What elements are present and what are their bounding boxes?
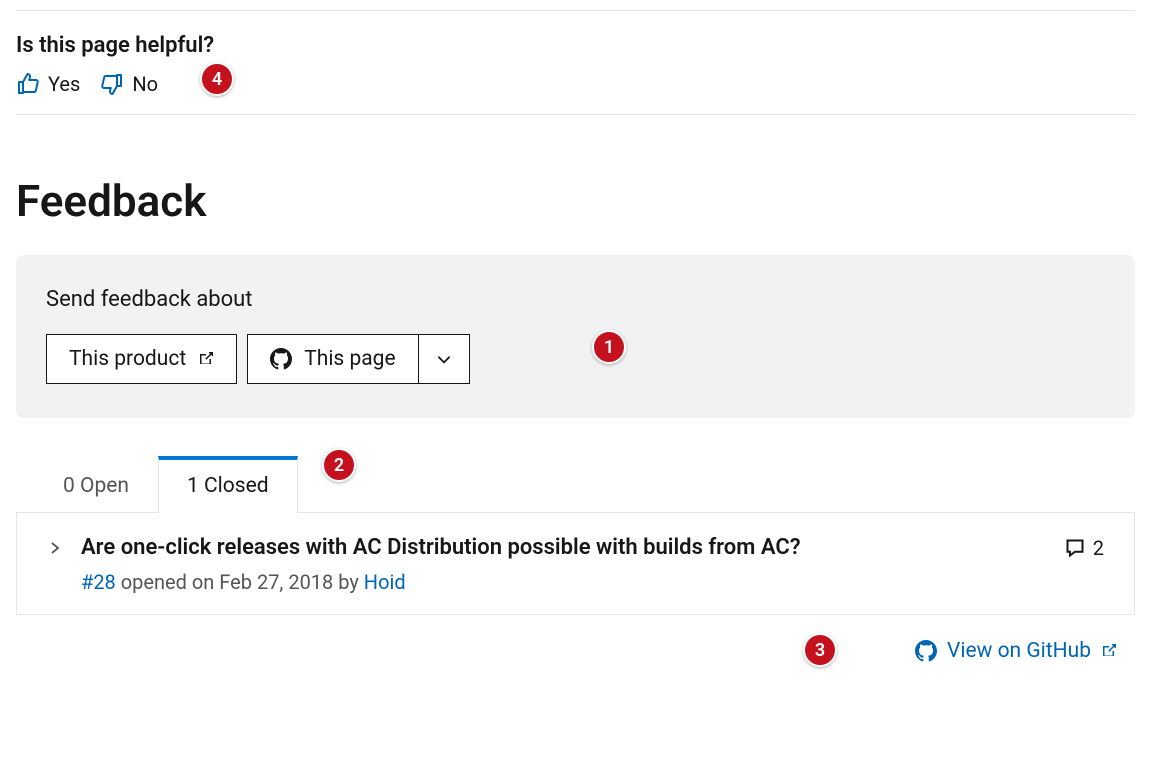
view-on-github-link[interactable]: View on GitHub (915, 639, 1117, 663)
callout-marker-3: 3 (803, 633, 837, 667)
issue-number[interactable]: #28 (81, 570, 116, 594)
send-feedback-label: Send feedback about (46, 287, 1105, 312)
no-label: No (132, 72, 158, 96)
send-feedback-box: Send feedback about This product This pa… (16, 255, 1135, 418)
chevron-down-icon (435, 350, 453, 368)
issue-opened-text: opened on Feb 27, 2018 by (116, 570, 364, 594)
chevron-right-icon[interactable] (47, 540, 63, 556)
github-icon (915, 640, 937, 662)
callout-marker-2: 2 (322, 448, 356, 482)
issue-author[interactable]: Hoid (364, 570, 406, 594)
callout-marker-1: 1 (592, 330, 626, 364)
issue-comment-count: 2 (1093, 536, 1104, 560)
yes-label: Yes (48, 72, 80, 96)
comment-icon (1065, 538, 1085, 558)
external-link-icon (1101, 643, 1117, 659)
tab-closed[interactable]: 1 Closed (158, 456, 298, 513)
callout-marker-4: 4 (200, 62, 234, 96)
thumbs-up-icon (16, 72, 40, 96)
issue-tabs: 0 Open 1 Closed 2 (34, 456, 1135, 513)
github-icon (270, 348, 292, 370)
page-helpful-section: Is this page helpful? Yes No 4 (16, 33, 1135, 96)
this-page-dropdown[interactable] (419, 334, 470, 384)
view-on-github-label: View on GitHub (947, 639, 1091, 663)
this-page-label: This page (304, 347, 395, 371)
no-button[interactable]: No (100, 72, 158, 96)
yes-button[interactable]: Yes (16, 72, 80, 96)
divider-after-helpful (16, 114, 1135, 115)
thumbs-down-icon (100, 72, 124, 96)
external-link-icon (198, 351, 214, 367)
feedback-heading: Feedback (16, 175, 1135, 227)
issue-title[interactable]: Are one-click releases with AC Distribut… (81, 535, 1047, 560)
this-product-label: This product (69, 347, 186, 371)
issue-comments[interactable]: 2 (1065, 536, 1104, 560)
divider-top (16, 10, 1135, 11)
this-product-button[interactable]: This product (46, 334, 237, 384)
issues-list: Are one-click releases with AC Distribut… (16, 512, 1135, 615)
this-page-button[interactable]: This page (247, 334, 418, 384)
issue-item: Are one-click releases with AC Distribut… (17, 513, 1134, 614)
tab-open[interactable]: 0 Open (34, 459, 158, 513)
page-helpful-heading: Is this page helpful? (16, 33, 1135, 58)
issue-meta: #28 opened on Feb 27, 2018 by Hoid (81, 570, 1104, 594)
